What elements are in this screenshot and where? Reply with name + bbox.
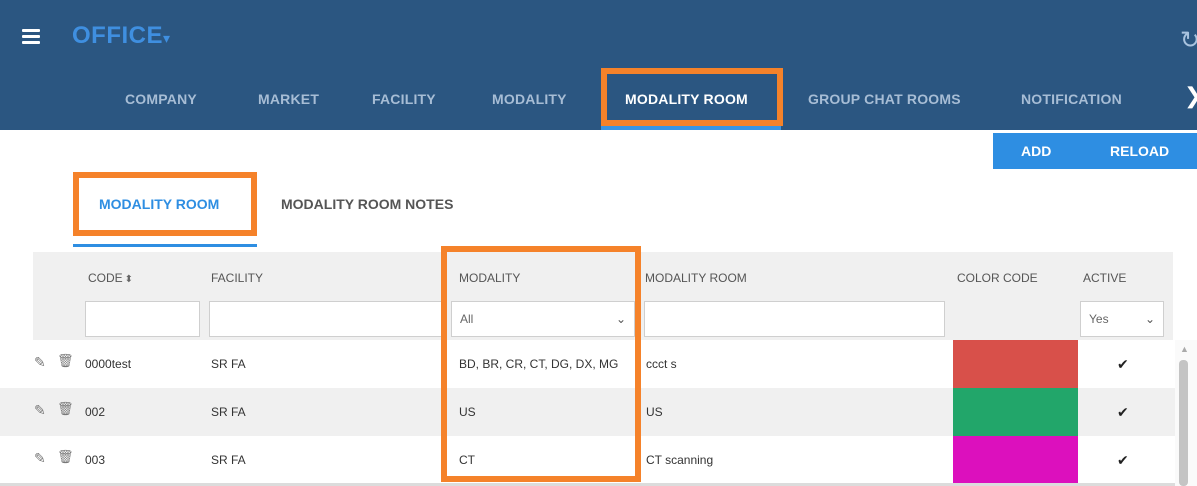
column-header-active[interactable]: ACTIVE: [1083, 271, 1126, 285]
tab-facility[interactable]: FACILITY: [372, 91, 436, 107]
code-cell: 003: [85, 453, 106, 467]
tab-market[interactable]: MARKET: [258, 91, 319, 107]
checkmark-icon: ✔: [1117, 356, 1129, 372]
checkmark-icon: ✔: [1117, 452, 1129, 468]
active-tab-indicator: [601, 126, 781, 130]
top-navigation-bar: [0, 0, 1197, 130]
edit-icon[interactable]: ✎: [34, 354, 46, 371]
scrollbar-thumb[interactable]: [1179, 360, 1188, 486]
hamburger-icon[interactable]: [22, 29, 40, 44]
code-cell: 0000test: [85, 357, 132, 371]
app-title[interactable]: OFFICE▾: [72, 22, 171, 50]
modality-room-cell: US: [646, 405, 663, 419]
facility-cell: SR FA: [211, 357, 246, 371]
modality-filter-select[interactable]: All ⌄: [451, 301, 635, 337]
facility-cell: SR FA: [211, 453, 246, 467]
delete-icon[interactable]: 🗑: [57, 449, 74, 465]
table-row[interactable]: ✎ 🗑 002 SR FA US US ✔: [0, 388, 1175, 436]
chevron-right-icon[interactable]: ❯: [1184, 83, 1197, 109]
active-filter-select[interactable]: Yes ⌄: [1080, 301, 1164, 337]
facility-filter-input[interactable]: [209, 301, 443, 337]
chevron-down-icon: ⌄: [615, 312, 626, 326]
modality-cell: US: [459, 405, 476, 419]
column-header-modality[interactable]: MODALITY: [459, 271, 520, 285]
edit-icon[interactable]: ✎: [34, 450, 46, 467]
add-button[interactable]: ADD: [1021, 143, 1051, 159]
tab-notification[interactable]: NOTIFICATION: [1021, 91, 1122, 107]
color-code-swatch: [953, 436, 1078, 484]
modality-room-filter-input[interactable]: [644, 301, 945, 337]
code-filter-input[interactable]: [85, 301, 200, 337]
modality-room-cell: CT scanning: [646, 453, 714, 467]
reload-button[interactable]: RELOAD: [1110, 143, 1169, 159]
checkmark-icon: ✔: [1117, 404, 1129, 420]
sort-icon[interactable]: ⬍: [125, 274, 133, 285]
code-cell: 002: [85, 405, 106, 419]
subtab-modality-room-notes[interactable]: MODALITY ROOM NOTES: [281, 196, 453, 212]
edit-icon[interactable]: ✎: [34, 402, 46, 419]
color-code-swatch: [953, 340, 1078, 388]
modality-cell: BD, BR, CR, CT, DG, DX, MG: [459, 357, 619, 371]
color-code-swatch: [953, 388, 1078, 436]
column-header-facility[interactable]: FACILITY: [211, 271, 263, 285]
tab-modality[interactable]: MODALITY: [492, 91, 567, 107]
facility-cell: SR FA: [211, 405, 246, 419]
modality-cell: CT: [459, 453, 475, 467]
column-header-code[interactable]: CODE ⬍: [88, 271, 133, 285]
delete-icon[interactable]: 🗑: [57, 353, 74, 369]
delete-icon[interactable]: 🗑: [57, 401, 74, 417]
modality-room-cell: ccct s: [646, 357, 677, 371]
tab-company[interactable]: COMPANY: [125, 91, 197, 107]
subtab-modality-room[interactable]: MODALITY ROOM: [99, 196, 219, 212]
tab-modality-room[interactable]: MODALITY ROOM: [625, 91, 748, 107]
table-row[interactable]: ✎ 🗑 0000test SR FA BD, BR, CR, CT, DG, D…: [0, 340, 1175, 388]
active-subtab-indicator: [73, 244, 257, 247]
refresh-icon[interactable]: ↻: [1180, 26, 1197, 55]
scroll-up-icon[interactable]: ▲: [1180, 344, 1189, 354]
column-header-modality-room[interactable]: MODALITY ROOM: [645, 271, 747, 285]
table-row[interactable]: ✎ 🗑 003 SR FA CT CT scanning ✔: [0, 436, 1175, 484]
tab-group-chat-rooms[interactable]: GROUP CHAT ROOMS: [808, 91, 961, 107]
column-header-color-code[interactable]: COLOR CODE: [957, 271, 1038, 285]
chevron-down-icon: ⌄: [1144, 312, 1155, 326]
